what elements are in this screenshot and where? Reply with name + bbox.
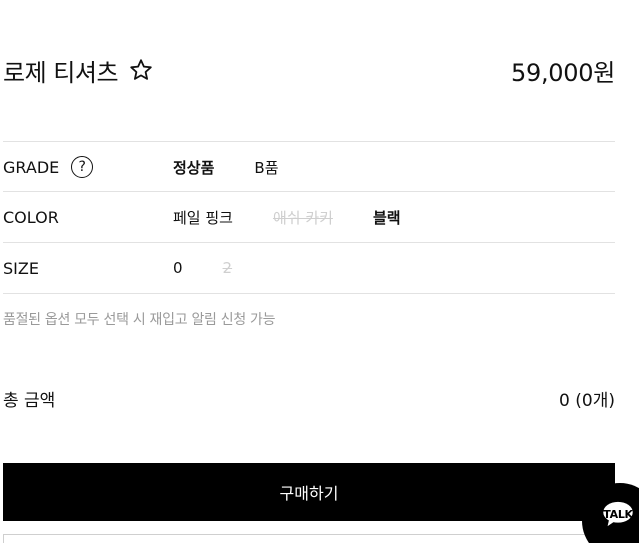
size-label: SIZE: [3, 258, 39, 278]
color-option-row: COLOR 페일 핑크 애쉬 카키 블랙: [3, 192, 615, 242]
grade-option-normal[interactable]: 정상품: [173, 157, 214, 178]
size-option-row: SIZE 0 2: [3, 243, 615, 293]
grade-option-b[interactable]: B품: [254, 157, 278, 178]
star-icon[interactable]: [128, 57, 154, 83]
color-option-pale-pink[interactable]: 페일 핑크: [173, 207, 233, 228]
color-values: 페일 핑크 애쉬 카키 블랙: [173, 207, 401, 228]
product-page: 로제 티셔츠 59,000원 GRADE ? 정상품 B품 COLOR 페일 핑…: [0, 0, 639, 543]
color-label-group: COLOR: [3, 208, 173, 227]
grade-label-group: GRADE ?: [3, 156, 173, 178]
color-option-ash-khaki[interactable]: 애쉬 카키: [273, 207, 333, 228]
secondary-button[interactable]: [3, 534, 613, 543]
size-option-0[interactable]: 0: [173, 259, 183, 277]
talk-label: TALK: [603, 508, 633, 521]
total-value: 0 (0개): [559, 390, 615, 411]
color-label: COLOR: [3, 207, 59, 227]
restock-note: 품절된 옵션 모두 선택 시 재입고 알림 신청 가능: [3, 312, 276, 328]
product-title-group: 로제 티셔츠: [3, 53, 154, 88]
size-values: 0 2: [173, 259, 232, 277]
grade-values: 정상품 B품: [173, 157, 279, 178]
help-icon-symbol: ?: [78, 159, 86, 175]
grade-label: GRADE: [3, 157, 60, 177]
grade-option-row: GRADE ? 정상품 B품: [3, 142, 615, 192]
buy-button[interactable]: 구매하기: [3, 463, 615, 521]
size-option-2[interactable]: 2: [223, 259, 233, 277]
size-label-group: SIZE: [3, 259, 173, 278]
total-row: 총 금액 0 (0개): [3, 384, 615, 412]
color-option-black[interactable]: 블랙: [373, 207, 401, 228]
product-title: 로제 티셔츠: [3, 58, 119, 87]
question-circle-icon[interactable]: ?: [71, 156, 94, 178]
product-header: 로제 티셔츠 59,000원: [3, 50, 615, 90]
total-label: 총 금액: [3, 390, 56, 411]
buy-button-label: 구매하기: [279, 484, 339, 503]
divider: [3, 293, 615, 294]
product-price: 59,000원: [511, 58, 615, 87]
